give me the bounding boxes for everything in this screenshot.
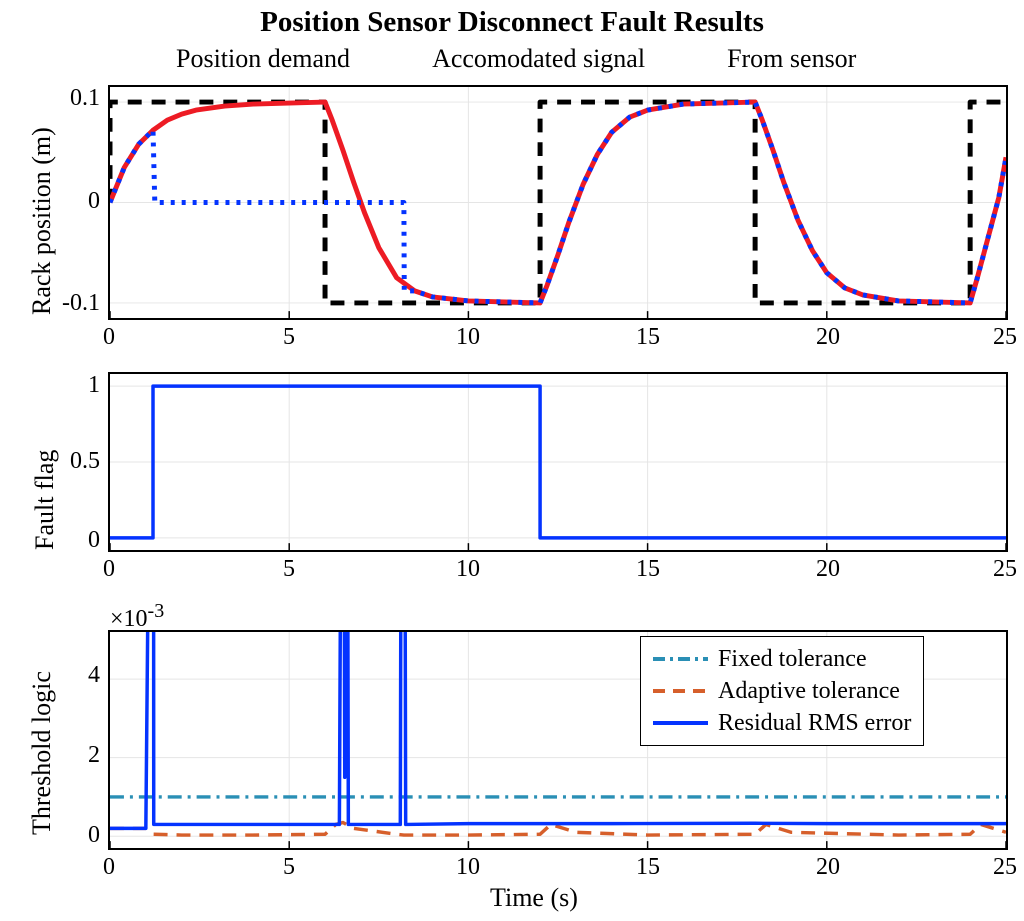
tick-y2-1: 0.5	[70, 448, 100, 475]
tick-x1-4: 20	[816, 324, 840, 351]
legend-item-sensor: From sensor	[667, 44, 856, 74]
legend-item-adaptive: Adaptive tolerance	[653, 675, 911, 707]
plot-rack-position	[108, 85, 1008, 320]
tick-y1-2: 0.1	[70, 85, 100, 112]
ylabel-thresh: Threshold logic	[27, 635, 57, 835]
tick-y2-0: 0	[88, 527, 100, 554]
legend-label: Accomodated signal	[432, 44, 645, 74]
legend-label: From sensor	[727, 44, 856, 74]
tick-x1-1: 5	[283, 324, 295, 351]
tick-y1-1: 0	[88, 188, 100, 215]
legend-swatch-dash-orange	[653, 688, 708, 694]
plot-fault-flag	[108, 372, 1008, 552]
xlabel-time: Time (s)	[490, 883, 578, 913]
tick-y3-2: 4	[88, 662, 100, 689]
tick-y3-0: 0	[88, 822, 100, 849]
legend-label: Residual RMS error	[718, 710, 911, 737]
legend-swatch-solid-blue	[653, 720, 708, 726]
tick-x2-3: 15	[636, 556, 660, 583]
legend-swatch-dashdot-teal	[653, 656, 708, 662]
tick-x2-5: 25	[993, 556, 1017, 583]
tick-x1-5: 25	[993, 324, 1017, 351]
legend-threshold: Fixed tolerance Adaptive tolerance Resid…	[640, 636, 924, 746]
tick-y2-2: 1	[88, 372, 100, 399]
tick-y3-1: 2	[88, 742, 100, 769]
figure-container: Position Sensor Disconnect Fault Results…	[0, 0, 1024, 921]
legend-label: Adaptive tolerance	[718, 678, 900, 705]
tick-x1-2: 10	[456, 324, 480, 351]
tick-x3-4: 20	[816, 854, 840, 881]
legend-item-demand: Position demand	[116, 44, 350, 74]
tick-y1-0: -0.1	[62, 290, 100, 317]
legend-top: Position demand Accomodated signal From …	[116, 44, 856, 74]
exp-base: ×10	[110, 606, 148, 632]
tick-x2-4: 20	[816, 556, 840, 583]
tick-x1-3: 15	[636, 324, 660, 351]
ylabel-fault: Fault flag	[30, 400, 60, 550]
ylabel-rack: Rack position (m)	[27, 95, 57, 315]
exp-sup: -3	[148, 600, 165, 622]
tick-x2-2: 10	[456, 556, 480, 583]
tick-x3-5: 25	[993, 854, 1017, 881]
tick-x3-1: 5	[283, 854, 295, 881]
legend-item-residual: Residual RMS error	[653, 707, 911, 739]
figure-title: Position Sensor Disconnect Fault Results	[0, 6, 1024, 39]
exponent-label: ×10-3	[110, 600, 164, 633]
tick-x3-2: 10	[456, 854, 480, 881]
legend-item-fixed: Fixed tolerance	[653, 643, 911, 675]
tick-x3-3: 15	[636, 854, 660, 881]
tick-x3-0: 0	[103, 854, 115, 881]
tick-x1-0: 0	[103, 324, 115, 351]
tick-x2-1: 5	[283, 556, 295, 583]
tick-x2-0: 0	[103, 556, 115, 583]
legend-item-accom: Accomodated signal	[372, 44, 645, 74]
legend-label: Fixed tolerance	[718, 646, 867, 673]
legend-label: Position demand	[176, 44, 350, 74]
